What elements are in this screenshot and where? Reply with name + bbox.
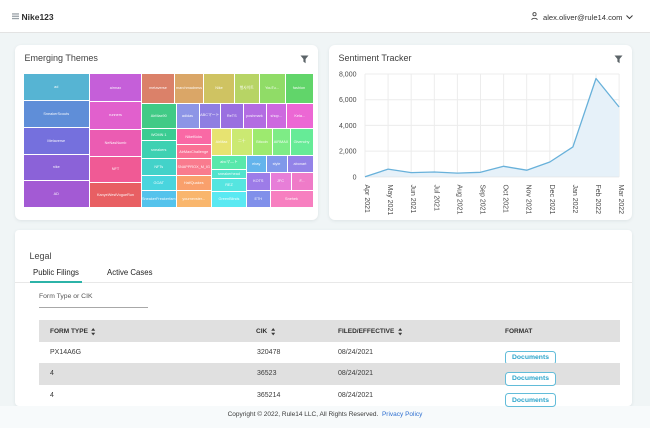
svg-text:Jan 2022: Jan 2022 — [571, 185, 578, 214]
svg-text:Mar 2022: Mar 2022 — [617, 185, 624, 215]
svg-text:8,000: 8,000 — [339, 72, 357, 79]
svg-text:Aug 2021: Aug 2021 — [455, 185, 462, 215]
svg-text:May 2021: May 2021 — [386, 185, 393, 216]
svg-text:Oct 2021: Oct 2021 — [502, 185, 509, 214]
svg-text:Sep 2021: Sep 2021 — [479, 185, 486, 215]
svg-text:Dec 2021: Dec 2021 — [548, 185, 555, 215]
svg-text:Jun 2021: Jun 2021 — [409, 185, 416, 214]
svg-text:2,000: 2,000 — [339, 149, 357, 156]
svg-text:4,000: 4,000 — [339, 123, 357, 130]
svg-text:Feb 2022: Feb 2022 — [594, 185, 601, 215]
svg-text:6,000: 6,000 — [339, 97, 357, 104]
svg-text:Apr 2021: Apr 2021 — [363, 185, 370, 214]
svg-text:Nov 2021: Nov 2021 — [525, 185, 532, 215]
svg-text:Jul 2021: Jul 2021 — [432, 185, 439, 212]
svg-text:0: 0 — [353, 174, 357, 181]
